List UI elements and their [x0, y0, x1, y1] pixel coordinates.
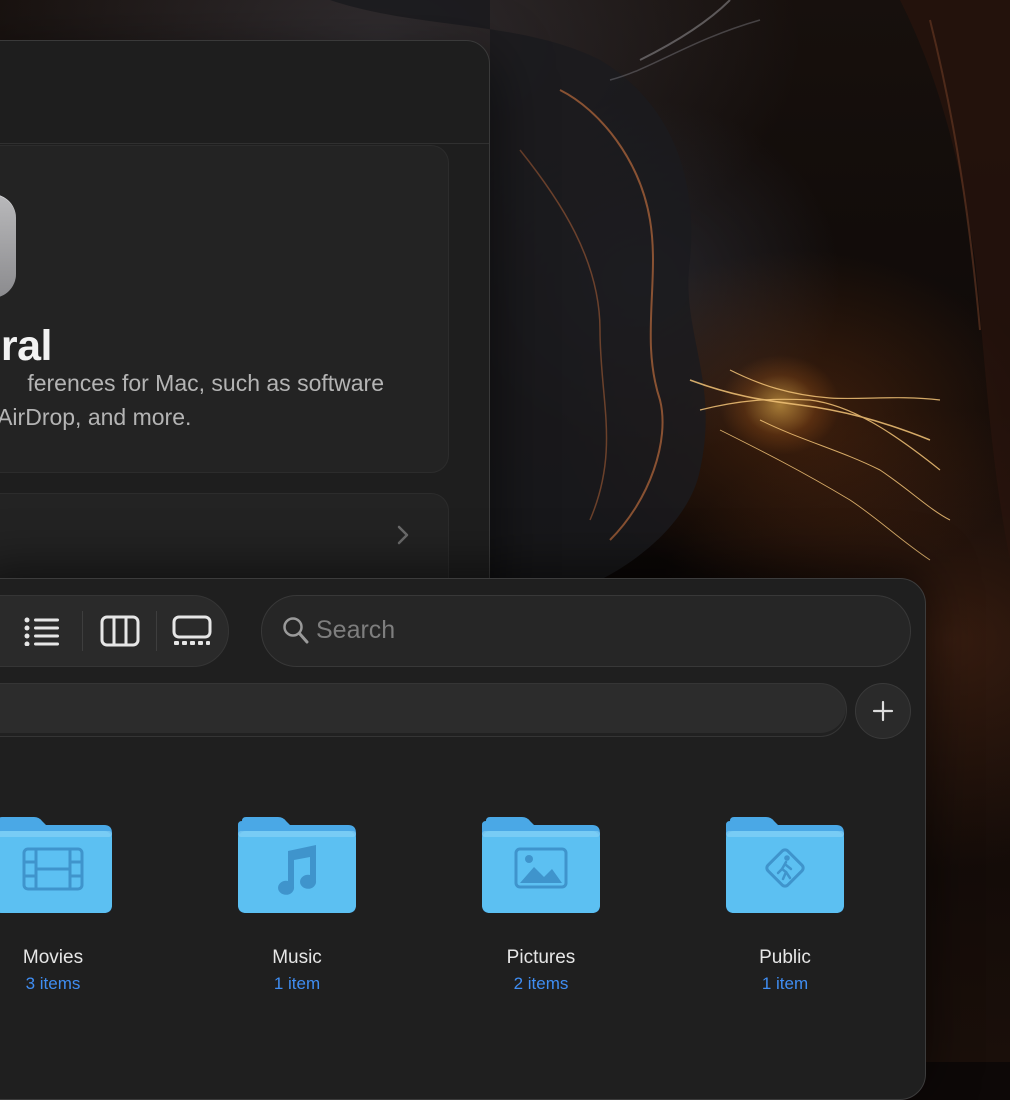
list-view-button[interactable]	[20, 611, 64, 651]
view-separator	[82, 611, 83, 651]
folder-name: Pictures	[506, 947, 576, 968]
general-description: ferences for Mac, such as software ge, A…	[0, 366, 384, 434]
folder-public[interactable]: Public 1 item	[685, 817, 885, 1017]
search-input[interactable]: Search	[261, 595, 911, 667]
folder-pictures[interactable]: Pictures 2 items	[441, 817, 641, 1017]
folder-movies[interactable]: Movies 3 items	[0, 817, 153, 1017]
search-placeholder: Search	[316, 616, 396, 644]
folder-name: Music	[272, 947, 322, 968]
search-icon	[283, 617, 309, 644]
folder-icon	[238, 817, 356, 913]
general-description-line-1: ferences for Mac, such as software	[27, 370, 384, 396]
gear-icon	[0, 194, 16, 298]
add-button[interactable]	[855, 683, 911, 739]
folder-music[interactable]: Music 1 item	[197, 817, 397, 1017]
folder-item-count: 1 item	[761, 974, 809, 993]
path-bar[interactable]	[0, 683, 847, 737]
folder-icon	[726, 817, 844, 913]
finder-window: Search Movies 3 items Music 1 item Pictu…	[0, 578, 926, 1100]
view-separator	[156, 611, 157, 651]
gallery-view-button[interactable]	[170, 611, 214, 651]
settings-window: eral ferences for Mac, such as software …	[0, 40, 490, 602]
plus-icon	[872, 700, 894, 722]
toolbar-divider	[0, 143, 489, 144]
general-card[interactable]: eral ferences for Mac, such as software …	[0, 145, 449, 473]
folder-name: Public	[759, 947, 811, 968]
folder-item-count: 2 items	[513, 974, 569, 993]
column-view-button[interactable]	[98, 611, 142, 651]
view-mode-control	[0, 595, 229, 667]
folder-item-count: 1 item	[273, 974, 321, 993]
general-description-line-2: ge, AirDrop, and more.	[0, 404, 192, 430]
column-view-icon	[100, 615, 140, 647]
gallery-view-icon	[172, 615, 212, 645]
folder-icon	[482, 817, 600, 913]
folder-icon	[0, 817, 112, 913]
general-title: eral	[0, 322, 52, 370]
list-view-icon	[24, 617, 59, 646]
chevron-right-icon	[397, 525, 409, 545]
folder-item-count: 3 items	[25, 974, 81, 993]
folder-name: Movies	[22, 947, 84, 968]
